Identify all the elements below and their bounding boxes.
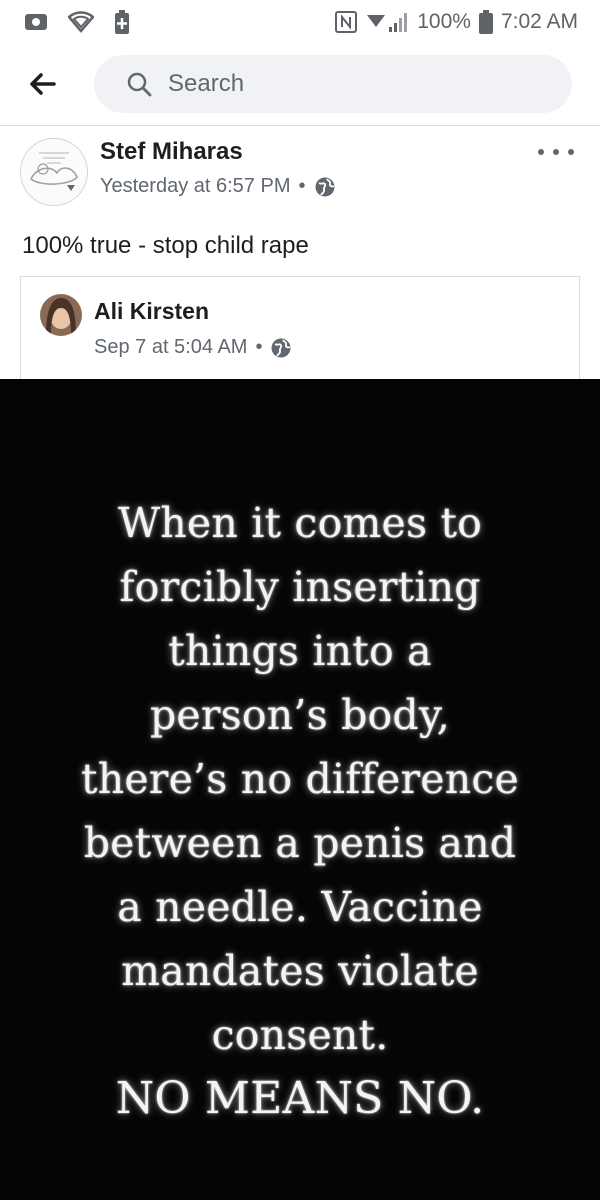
image-text-line: there’s no difference xyxy=(81,755,519,803)
post-image[interactable]: When it comes to forcibly inserting thin… xyxy=(0,379,600,1200)
nfc-icon xyxy=(335,11,358,33)
image-text-line: things into a xyxy=(168,627,432,675)
battery-icon xyxy=(478,10,493,34)
search-icon xyxy=(126,71,152,97)
meta-separator: • xyxy=(298,175,306,197)
image-text-line: consent. xyxy=(211,1011,389,1059)
wifi-icon xyxy=(68,11,94,33)
image-text-line: a needle. Vaccine xyxy=(117,883,483,931)
shared-author-name[interactable]: Ali Kirsten xyxy=(94,298,209,325)
status-bar: 100% 7:02 AM xyxy=(0,0,600,44)
post-author-name[interactable]: Stef Miharas xyxy=(100,138,243,166)
shared-post-meta: Sep 7 at 5:04 AM • xyxy=(94,336,292,359)
image-text-line: between a penis and xyxy=(83,819,517,867)
more-options-button[interactable] xyxy=(538,142,574,162)
more-dot-icon xyxy=(538,149,544,155)
meta-separator: • xyxy=(255,336,263,358)
search-bar[interactable] xyxy=(94,55,572,113)
more-dot-icon xyxy=(553,149,559,155)
message-icon xyxy=(24,12,48,32)
globe-icon xyxy=(315,177,335,196)
image-text-line: mandates violate xyxy=(121,947,479,995)
clock: 7:02 AM xyxy=(500,10,578,33)
more-dot-icon xyxy=(568,149,574,155)
battery-percent: 100% xyxy=(417,10,471,33)
back-button[interactable] xyxy=(24,68,60,100)
image-text-line: forcibly inserting xyxy=(119,563,481,611)
battery-saver-icon xyxy=(114,10,130,34)
image-text-line: person’s body, xyxy=(149,691,451,739)
avatar[interactable] xyxy=(20,138,88,206)
image-text-line: NO MEANS NO. xyxy=(115,1073,485,1124)
post-meta: Yesterday at 6:57 PM • xyxy=(100,175,336,198)
arrow-left-icon xyxy=(30,73,56,95)
shared-post-timestamp[interactable]: Sep 7 at 5:04 AM xyxy=(94,336,247,359)
status-bar-right: 100% 7:02 AM xyxy=(335,10,578,34)
search-row xyxy=(0,52,600,116)
shared-author-avatar[interactable] xyxy=(40,294,82,336)
image-text-line: When it comes to xyxy=(117,499,483,547)
search-input[interactable] xyxy=(166,69,530,99)
globe-icon xyxy=(271,338,291,357)
post-text: 100% true - stop child rape xyxy=(22,232,309,259)
signal-icon xyxy=(365,11,409,33)
status-bar-left xyxy=(24,10,130,34)
header-divider xyxy=(0,125,600,126)
post-timestamp[interactable]: Yesterday at 6:57 PM xyxy=(100,175,291,198)
